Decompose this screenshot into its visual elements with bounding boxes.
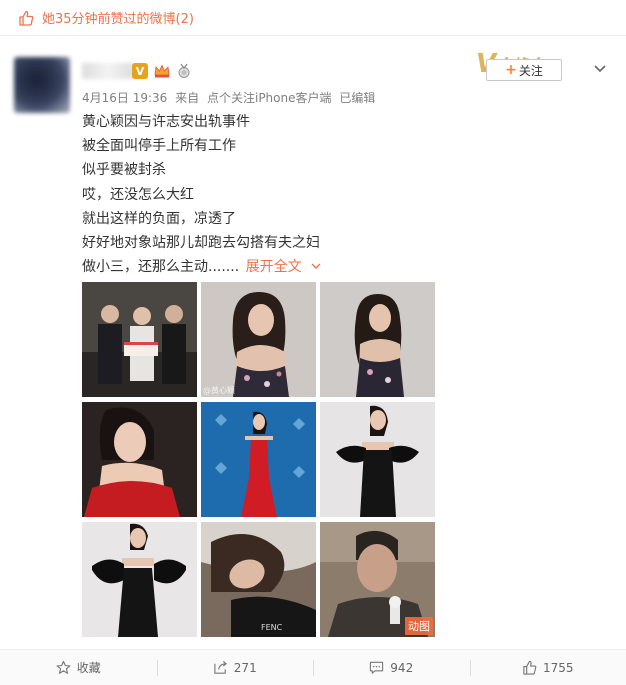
photo-black-dress-2[interactable]	[82, 522, 197, 637]
source-prefix: 来自	[175, 91, 200, 105]
post-line: 被全面叫停手上所有工作	[82, 138, 236, 155]
edited-label[interactable]: 已编辑	[339, 91, 375, 105]
photo-black-dress-1-image	[320, 402, 435, 517]
photo-red-dress-carpet-image	[201, 402, 316, 517]
photo-group-cake[interactable]	[82, 282, 197, 397]
comment-button[interactable]: 942	[313, 650, 470, 685]
image-gallery: @黄心颖 FENC 动图	[82, 282, 436, 638]
favorite-button[interactable]: 收藏	[0, 650, 157, 685]
thumb-up-icon	[19, 10, 34, 26]
photo-red-dress-carpet[interactable]	[201, 402, 316, 517]
liked-notice-text: 她35分钟前赞过的微博(2)	[42, 12, 194, 27]
post-line: 好好地对象站那儿却跑去勾搭有夫之妇	[82, 235, 320, 252]
favorite-label: 收藏	[76, 661, 101, 675]
post-date[interactable]: 4月16日 19:36	[82, 91, 167, 105]
follow-label: 关注	[518, 63, 543, 78]
photo-man-interview[interactable]: 动图	[320, 522, 435, 637]
follow-button[interactable]: + 关注	[486, 59, 562, 81]
post-line: 似乎要被封杀	[82, 162, 166, 179]
like-count: 1755	[542, 660, 574, 675]
post-header: V V 全峰会 + 关注 4月16日 19:36 来自 点个关注iPhone客户…	[0, 37, 626, 113]
post-line-last: 做小三，还那么主动....... 展开全文	[82, 255, 322, 279]
like-button[interactable]: 1755	[469, 650, 626, 685]
post-source[interactable]: 点个关注iPhone客户端	[207, 91, 332, 105]
avatar[interactable]	[14, 57, 70, 113]
photo-sleeping[interactable]: FENC	[201, 522, 316, 637]
photo-floral-dress-2-image	[320, 282, 435, 397]
liked-notice-bar[interactable]: 她35分钟前赞过的微博(2)	[0, 0, 626, 36]
comment-icon	[370, 661, 384, 674]
gif-badge: 动图	[405, 617, 433, 635]
username-blurred[interactable]	[82, 63, 134, 79]
post-text: 黄心颖因与许志安出轨事件 被全面叫停手上所有工作 似乎要被封杀 哎，还没怎么大红…	[82, 110, 322, 279]
thumb-up-icon	[523, 660, 537, 675]
star-icon	[56, 660, 71, 674]
chevron-down-icon	[311, 263, 321, 270]
photo-group-cake-image	[82, 282, 197, 397]
chevron-down-icon[interactable]	[592, 59, 608, 79]
post-meta: 4月16日 19:36 来自 点个关注iPhone客户端 已编辑	[82, 89, 379, 106]
image-watermark: @黄心颖	[203, 386, 235, 395]
verified-badge-icon[interactable]: V	[132, 63, 148, 79]
comment-count: 942	[390, 660, 414, 675]
post-line: 就出这样的负面，凉透了	[82, 210, 236, 227]
share-icon	[214, 660, 227, 674]
plus-icon: +	[505, 62, 517, 78]
photo-floral-dress-1-image	[201, 282, 316, 397]
photo-floral-dress-2[interactable]	[320, 282, 435, 397]
medal-badge-icon[interactable]	[176, 63, 192, 79]
post-line: 哎，还没怎么大红	[82, 186, 194, 203]
expand-full-text-link[interactable]: 展开全文	[246, 259, 322, 275]
repost-button[interactable]: 271	[156, 650, 314, 685]
photo-black-dress-2-image	[82, 522, 197, 637]
action-bar: 收藏 271 942 1755	[0, 649, 626, 685]
repost-count: 271	[233, 660, 257, 675]
photo-red-dress-closeup-image	[82, 402, 197, 517]
expand-label: 展开全文	[245, 259, 302, 276]
post-line: 黄心颖因与许志安出轨事件	[82, 114, 250, 130]
post-line: 做小三，还那么主动.......	[82, 259, 240, 276]
photo-red-dress-closeup[interactable]	[82, 402, 197, 517]
photo-sleeping-image: FENC	[201, 522, 316, 637]
photo-floral-dress-1[interactable]: @黄心颖	[201, 282, 316, 397]
photo-black-dress-1[interactable]	[320, 402, 435, 517]
crown-badge-icon[interactable]	[154, 63, 170, 79]
svg-text:FENC: FENC	[261, 623, 283, 632]
